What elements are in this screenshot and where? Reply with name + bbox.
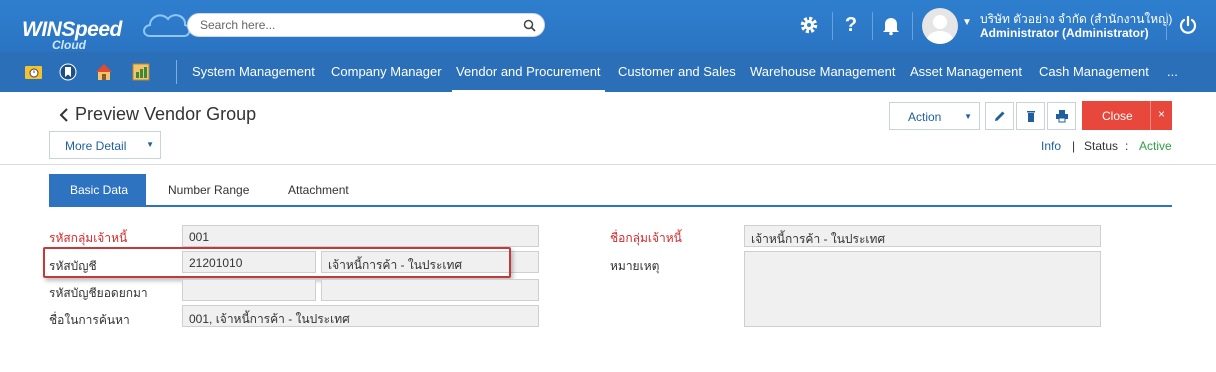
tab-number-range[interactable]: Number Range [150, 174, 262, 205]
nav-asset-management[interactable]: Asset Management [910, 64, 1022, 79]
search-name-label: ชื่อในการค้นหา [49, 313, 130, 327]
user-name: Administrator (Administrator) [980, 26, 1149, 40]
info-link[interactable]: Info [1041, 139, 1061, 153]
group-name-label: ชื่อกลุ่มเจ้าหนี้ [610, 231, 682, 245]
avatar[interactable] [922, 8, 958, 44]
info-separator: | [1072, 139, 1076, 153]
delete-button[interactable] [1016, 102, 1045, 130]
tab-basic-data[interactable]: Basic Data [49, 174, 146, 205]
brand-sub: Cloud [52, 38, 86, 52]
folder-clock-icon[interactable] [24, 62, 44, 82]
caret-down-icon: ▼ [146, 140, 154, 149]
nav-customer-and-sales[interactable]: Customer and Sales [618, 64, 736, 79]
search-name-value: 001, เจ้าหนี้การค้า - ในประเทศ [189, 312, 350, 326]
close-button[interactable]: Close [1082, 101, 1150, 130]
top-header: WINSpeed Cloud ? ▼ บริษัท ตัวอย่าง จำกัด… [0, 0, 1216, 52]
tab-label: Basic Data [70, 183, 129, 197]
edit-button[interactable] [985, 102, 1014, 130]
tab-attachment[interactable]: Attachment [270, 174, 366, 205]
status-value: Active [1139, 139, 1172, 153]
highlight-box [43, 247, 511, 278]
caret-down-icon: ▼ [964, 112, 972, 121]
action-dropdown-button[interactable]: Action ▼ [889, 102, 980, 130]
back-chevron-icon[interactable] [58, 106, 70, 124]
gear-icon[interactable] [798, 14, 820, 36]
bell-icon[interactable] [880, 14, 902, 36]
nav-company-manager[interactable]: Company Manager [331, 64, 442, 79]
carried-account-code-field[interactable] [182, 279, 316, 301]
group-name-value: เจ้าหนี้การค้า - ในประเทศ [751, 232, 886, 246]
nav-more[interactable]: ... [1167, 64, 1178, 79]
print-button[interactable] [1047, 102, 1076, 130]
nav-separator [176, 60, 177, 84]
nav-warehouse-management[interactable]: Warehouse Management [750, 64, 896, 79]
report-icon[interactable] [131, 62, 151, 82]
more-detail-dropdown[interactable]: More Detail ▼ [49, 131, 161, 159]
pencil-icon [995, 111, 1005, 121]
status-label: Status [1084, 139, 1119, 153]
printer-icon [1056, 110, 1068, 123]
action-label: Action [908, 110, 942, 124]
header-separator [832, 12, 833, 40]
divider [0, 164, 1216, 165]
group-name-field[interactable]: เจ้าหนี้การค้า - ในประเทศ [744, 225, 1101, 247]
more-detail-label: More Detail [65, 139, 127, 153]
search-input[interactable] [200, 17, 500, 33]
group-code-value: 001 [189, 230, 210, 244]
nav-cash-management[interactable]: Cash Management [1039, 64, 1149, 79]
search-icon[interactable] [523, 19, 536, 32]
status-colon: : [1125, 139, 1129, 153]
winspeed-logo[interactable]: WINSpeed Cloud [22, 10, 191, 52]
trash-icon [1027, 111, 1035, 122]
remark-label: หมายเหตุ [610, 259, 660, 273]
bookmark-icon[interactable] [58, 62, 78, 82]
page-title: Preview Vendor Group [75, 104, 257, 124]
help-icon[interactable]: ? [840, 14, 862, 36]
cloud-logo-icon [143, 14, 191, 37]
chevron-down-icon[interactable]: ▼ [962, 17, 972, 28]
group-code-field[interactable]: 001 [182, 225, 539, 247]
nav-vendor-and-procurement[interactable]: Vendor and Procurement [452, 64, 605, 92]
carried-account-label: รหัสบัญชียอดยกมา [49, 286, 148, 300]
tab-label: Number Range [168, 183, 250, 197]
header-separator [1166, 12, 1167, 40]
user-silhouette-icon [926, 15, 954, 44]
close-label: Close [1102, 109, 1133, 123]
carried-account-name-field[interactable] [321, 279, 539, 301]
group-code-label: รหัสกลุ่มเจ้าหนี้ [49, 231, 128, 245]
header-separator [872, 12, 873, 40]
remark-textarea[interactable] [744, 251, 1101, 327]
power-icon[interactable] [1177, 14, 1199, 36]
main-nav: System Management Company Manager Vendor… [0, 52, 1216, 92]
search-box[interactable] [187, 13, 545, 37]
tab-label: Attachment [288, 183, 349, 197]
close-icon[interactable]: × [1150, 101, 1172, 130]
home-icon[interactable] [94, 62, 114, 82]
tab-underline [49, 205, 1172, 207]
search-name-field[interactable]: 001, เจ้าหนี้การค้า - ในประเทศ [182, 305, 539, 327]
header-separator [912, 12, 913, 40]
nav-system-management[interactable]: System Management [192, 64, 315, 79]
